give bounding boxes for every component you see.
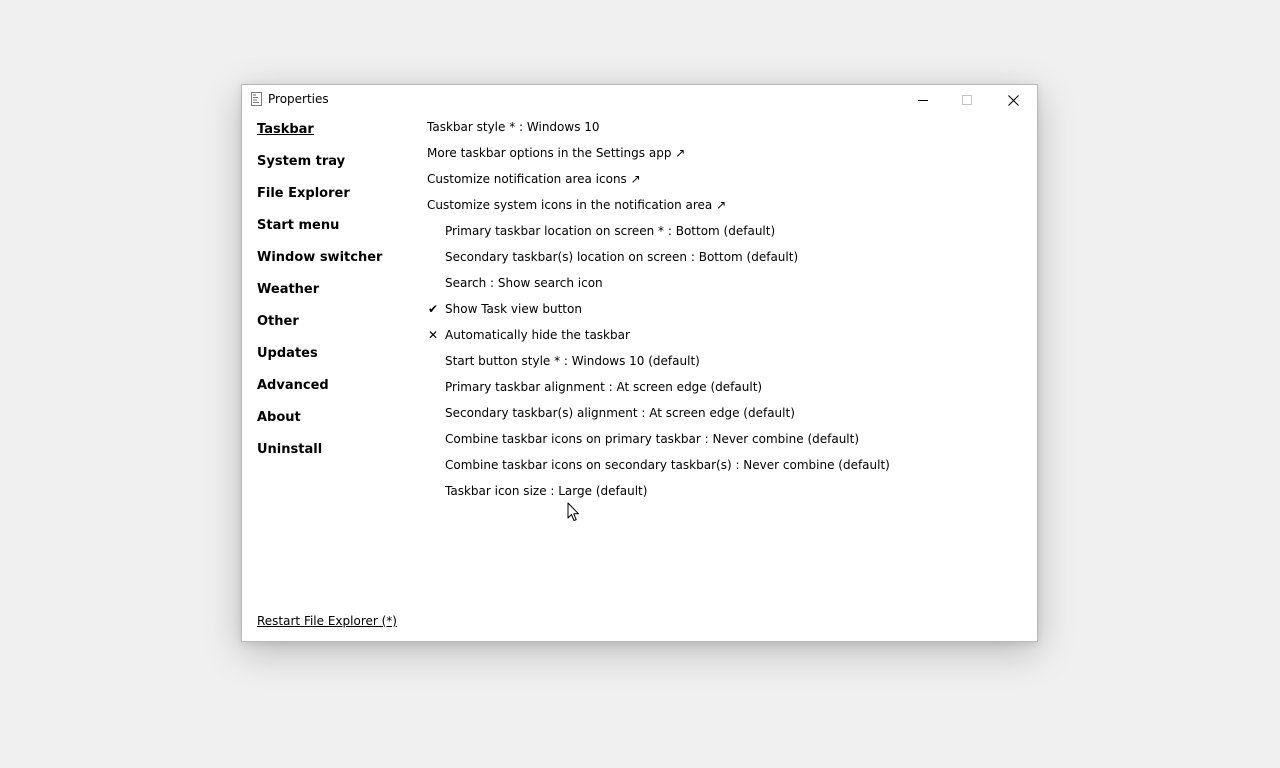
sidebar-item-file-explorer[interactable]: File Explorer [257, 186, 350, 202]
sidebar-item-weather[interactable]: Weather [257, 282, 319, 298]
option-label: Show Task view button [445, 302, 582, 316]
sidebar-item-start-menu[interactable]: Start menu [257, 218, 339, 234]
sidebar-item-taskbar[interactable]: Taskbar [257, 122, 314, 138]
minimize-button[interactable] [900, 85, 946, 115]
sidebar-item-uninstall[interactable]: Uninstall [257, 442, 322, 458]
option-label: Secondary taskbar(s) alignment : At scre… [445, 406, 795, 420]
option-label: Combine taskbar icons on primary taskbar… [445, 432, 860, 446]
option-label: Taskbar icon size : Large (default) [445, 484, 648, 498]
sidebar-item-window-switcher[interactable]: Window switcher [257, 250, 382, 266]
close-icon [1007, 94, 1019, 106]
minimize-icon [918, 100, 928, 101]
properties-app-icon [251, 92, 262, 106]
sidebar-item-updates[interactable]: Updates [257, 346, 318, 362]
sidebar-item-other[interactable]: Other [257, 314, 299, 330]
link-label: Customize notification area icons ↗ [427, 172, 641, 186]
properties-window: Properties Taskbar System tray File Expl… [241, 84, 1038, 642]
option-label: Taskbar style * : Windows 10 [427, 120, 600, 134]
restart-explorer-link[interactable]: Restart File Explorer (*) [257, 613, 397, 629]
mouse-pointer-icon [567, 502, 579, 521]
checkmark-icon: ✔ [427, 302, 439, 316]
option-label: Automatically hide the taskbar [445, 328, 630, 342]
sidebar-item-advanced[interactable]: Advanced [257, 378, 329, 394]
window-title: Properties [268, 92, 329, 106]
option-label: Primary taskbar alignment : At screen ed… [445, 380, 763, 394]
link-label: More taskbar options in the Settings app… [427, 146, 686, 160]
maximize-icon [962, 95, 972, 105]
cross-icon: ✕ [427, 328, 439, 342]
option-label: Start button style * : Windows 10 (defau… [445, 354, 700, 368]
option-label: Search : Show search icon [445, 276, 603, 290]
option-label: Secondary taskbar(s) location on screen … [445, 250, 799, 264]
option-label: Combine taskbar icons on secondary taskb… [445, 458, 890, 472]
sidebar-item-about[interactable]: About [257, 410, 301, 426]
close-button[interactable] [990, 85, 1036, 115]
sidebar-item-system-tray[interactable]: System tray [257, 154, 345, 170]
maximize-button[interactable] [944, 85, 990, 115]
title-bar[interactable]: Properties [242, 85, 1037, 115]
link-label: Customize system icons in the notificati… [427, 198, 727, 212]
option-label: Primary taskbar location on screen * : B… [445, 224, 776, 238]
